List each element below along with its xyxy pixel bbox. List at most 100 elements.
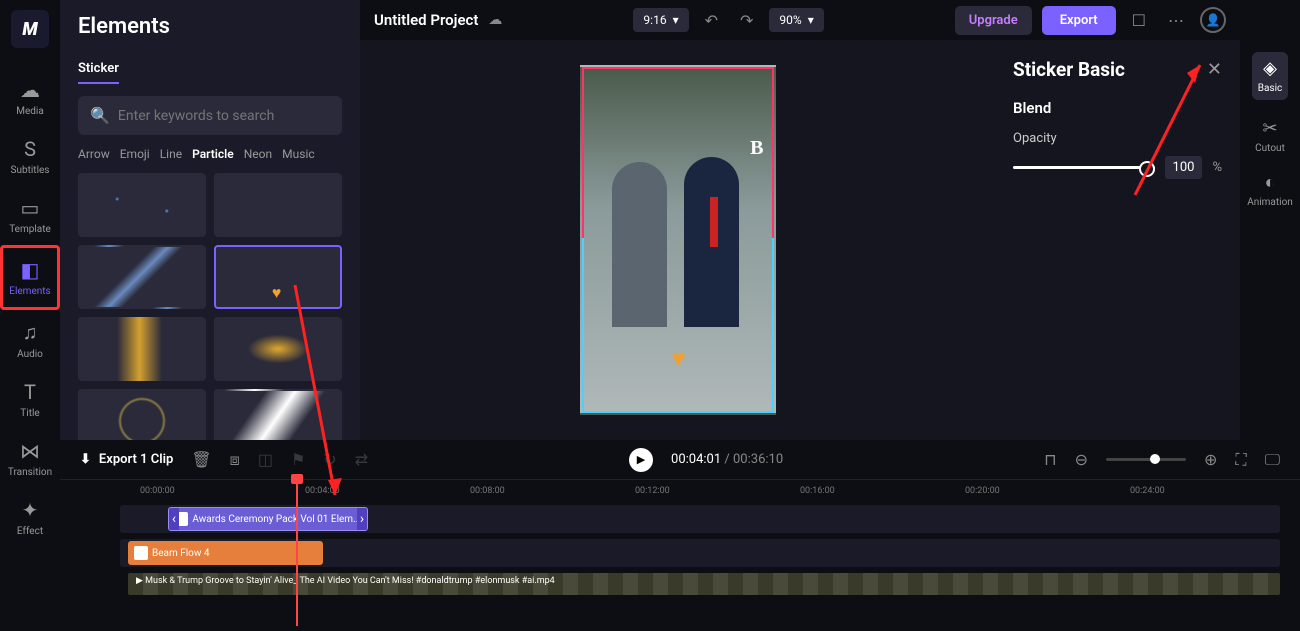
track-video[interactable]: ▶ Musk & Trump Groove to Stayin' Alive_ … (128, 573, 1280, 595)
tab-animation[interactable]: ◐ Animation (1247, 172, 1293, 208)
nav-title[interactable]: TTitle (0, 370, 60, 429)
account-icon[interactable]: 👤 (1200, 7, 1226, 33)
preview-watermark: B (750, 137, 763, 160)
sticker-item[interactable] (214, 317, 342, 381)
opacity-label: Opacity (1013, 131, 1222, 146)
tasks-icon[interactable]: ☐ (1126, 11, 1152, 30)
chevron-down-icon: ▾ (808, 13, 814, 27)
opacity-slider[interactable] (1013, 166, 1155, 169)
subtitle-icon: S (24, 137, 36, 161)
track-effect[interactable]: Beam Flow 4 (120, 539, 1280, 567)
aspect-ratio-button[interactable]: 9:16▾ (633, 8, 688, 32)
fit-icon[interactable]: ⛶ (1235, 450, 1246, 470)
nav-template[interactable]: ▭Template (0, 186, 60, 245)
time-display: 00:04:01 / 00:36:10 (671, 452, 783, 467)
opacity-value[interactable]: 100 (1165, 156, 1203, 179)
tab-sticker[interactable]: Sticker (78, 61, 119, 84)
cloud-icon: ☁ (20, 78, 40, 102)
cat-arrow[interactable]: Arrow (78, 147, 110, 161)
fullscreen-icon[interactable]: 🖵 (1265, 450, 1280, 470)
cat-particle[interactable]: Particle (192, 147, 234, 161)
tab-label: Cutout (1255, 143, 1285, 154)
cat-music[interactable]: Music (282, 147, 314, 161)
ruler-mark: 00:00:00 (140, 486, 175, 496)
effect-clip-icon (134, 546, 148, 560)
mirror-icon[interactable]: ⇄ (355, 450, 368, 469)
tab-label: Animation (1247, 197, 1293, 208)
clip-sticker[interactable]: Awards Ceremony Pack Vol 01 Elem... (168, 507, 368, 531)
animation-icon: ◐ (1265, 172, 1276, 193)
cat-emoji[interactable]: Emoji (120, 147, 150, 161)
basic-icon: ◈ (1263, 58, 1277, 79)
search-box[interactable]: 🔍 (78, 96, 342, 135)
search-input[interactable] (118, 108, 330, 124)
rotate-icon[interactable]: ↻ (323, 450, 336, 469)
cloud-save-icon[interactable]: ☁ (488, 12, 502, 28)
nav-label: Subtitles (11, 165, 50, 176)
flag-icon[interactable]: ⚑ (291, 450, 305, 469)
panel-title: Elements (78, 14, 342, 39)
ruler-mark: 00:20:00 (965, 486, 1000, 496)
preview-canvas[interactable]: B ♥ (580, 65, 776, 415)
nav-media[interactable]: ☁Media (0, 68, 60, 127)
tab-basic[interactable]: ◈Basic (1252, 52, 1289, 100)
download-icon: ⬇ (80, 452, 91, 467)
zoom-in-icon[interactable]: ⊕ (1204, 450, 1217, 469)
timeline-area: ⬇Export 1 Clip 🗑 ⧈ ◫ ⚑ ↻ ⇄ ▶ 00:04:01 / … (60, 440, 1300, 631)
clip-effect[interactable]: Beam Flow 4 (128, 541, 323, 565)
ruler-mark: 00:04:00 (305, 486, 340, 496)
nav-label: Transition (8, 467, 52, 478)
undo-icon[interactable]: ↶ (699, 11, 724, 30)
timeline-zoom-slider[interactable] (1106, 458, 1186, 461)
delete-icon[interactable]: 🗑 (191, 450, 211, 469)
sticker-clip-icon (175, 512, 188, 526)
app-logo[interactable]: M (11, 10, 49, 48)
timeline-ruler[interactable]: 00:00:00 00:04:00 00:08:00 00:12:00 00:1… (60, 480, 1300, 505)
sticker-item[interactable] (78, 245, 206, 309)
playhead[interactable] (296, 476, 298, 626)
close-icon[interactable]: ✕ (1207, 59, 1222, 80)
chevron-down-icon: ▾ (673, 13, 679, 27)
cat-line[interactable]: Line (160, 147, 182, 161)
search-icon: 🔍 (90, 106, 110, 125)
sticker-grid: ♥ (78, 173, 342, 453)
tab-cutout[interactable]: ✂ Cutout (1255, 118, 1285, 154)
timeline-toolbar: ⬇Export 1 Clip 🗑 ⧈ ◫ ⚑ ↻ ⇄ ▶ 00:04:01 / … (60, 440, 1300, 480)
sticker-item[interactable] (214, 173, 342, 237)
nav-effect[interactable]: ✦Effect (0, 488, 60, 547)
nav-subtitles[interactable]: S Subtitles (0, 127, 60, 186)
track-sticker[interactable]: Awards Ceremony Pack Vol 01 Elem... (120, 505, 1280, 533)
split-icon[interactable]: ⧈ (230, 450, 240, 470)
project-name[interactable]: Untitled Project (374, 11, 478, 29)
magnet-icon[interactable]: ⊓ (1044, 450, 1056, 469)
nav-audio[interactable]: ♫Audio (0, 310, 60, 370)
sticker-item[interactable] (78, 317, 206, 381)
elements-panel: Elements Sticker 🔍 Arrow Emoji Line Part… (60, 0, 360, 440)
cutout-icon: ✂ (1262, 118, 1277, 139)
export-clip-button[interactable]: ⬇Export 1 Clip (80, 452, 173, 467)
sticker-item-selected[interactable]: ♥ (214, 245, 342, 309)
nav-elements[interactable]: ◧Elements (0, 245, 60, 310)
heart-sticker[interactable]: ♥ (672, 344, 686, 373)
crop-icon[interactable]: ◫ (258, 450, 273, 469)
more-icon[interactable]: ⋯ (1162, 11, 1190, 30)
export-button[interactable]: Export (1042, 6, 1116, 35)
far-right-tabs: ◈Basic ✂ Cutout ◐ Animation (1240, 40, 1300, 440)
sticker-item[interactable] (78, 173, 206, 237)
nav-transition[interactable]: ⋈ Transition (0, 429, 60, 488)
ruler-mark: 00:24:00 (1130, 486, 1165, 496)
zoom-out-icon[interactable]: ⊖ (1075, 450, 1088, 469)
ruler-mark: 00:16:00 (800, 486, 835, 496)
zoom-button[interactable]: 90%▾ (769, 8, 823, 32)
upgrade-button[interactable]: Upgrade (955, 6, 1032, 35)
cat-neon[interactable]: Neon (244, 147, 272, 161)
nav-label: Audio (17, 349, 43, 360)
transition-icon: ⋈ (20, 439, 40, 463)
category-row: Arrow Emoji Line Particle Neon Music (78, 147, 342, 161)
percent-label: % (1212, 160, 1222, 175)
timeline-tracks: Awards Ceremony Pack Vol 01 Elem... Beam… (60, 505, 1300, 595)
text-icon: T (24, 380, 36, 404)
redo-icon[interactable]: ↷ (734, 11, 759, 30)
effect-icon: ✦ (22, 498, 39, 522)
play-button[interactable]: ▶ (629, 448, 653, 472)
